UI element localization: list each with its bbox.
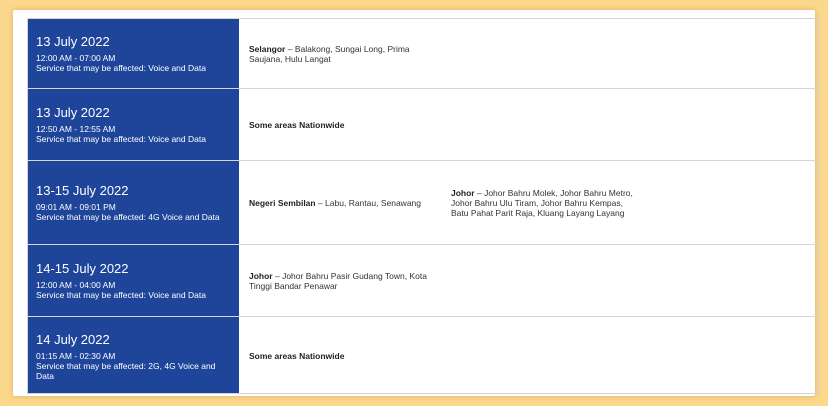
area-places: – Johor Bahru Pasir Gudang Town, Kota Ti… xyxy=(249,270,427,291)
maintenance-date: 13 July 2022 xyxy=(36,105,110,120)
date-cell: 13-15 July 2022 09:01 AM - 09:01 PM Serv… xyxy=(28,161,239,244)
maintenance-date: 14 July 2022 xyxy=(36,331,110,347)
maintenance-date: 14-15 July 2022 xyxy=(36,261,129,276)
date-cell: 14 July 2022 01:15 AM - 02:30 AM Service… xyxy=(28,317,239,393)
affected-service: Service that may be affected: Voice and … xyxy=(36,134,206,144)
table-row: 14 July 2022 01:15 AM - 02:30 AM Service… xyxy=(28,317,819,393)
area-places: – Labu, Rantau, Senawang xyxy=(315,197,421,208)
affected-area: Some areas Nationwide xyxy=(249,317,439,393)
affected-area: Some areas Nationwide xyxy=(249,89,439,160)
table-row: 14-15 July 2022 12:00 AM - 04:00 AM Serv… xyxy=(28,245,819,317)
area-state: Negeri Sembilan xyxy=(249,197,316,208)
area-places: – Johor Bahru Molek, Johor Bahru Metro, … xyxy=(451,187,633,218)
affected-service: Service that may be affected: Voice and … xyxy=(36,290,206,300)
maintenance-time: 12:50 AM - 12:55 AM xyxy=(36,124,116,134)
maintenance-date: 13-15 July 2022 xyxy=(36,183,129,198)
affected-area: Selangor – Balakong, Sungai Long, Prima … xyxy=(249,19,439,88)
date-cell: 13 July 2022 12:00 AM - 07:00 AM Service… xyxy=(28,19,239,88)
maintenance-card: 13 July 2022 12:00 AM - 07:00 AM Service… xyxy=(13,10,820,396)
maintenance-time: 12:00 AM - 04:00 AM xyxy=(36,280,116,290)
maintenance-time: 09:01 AM - 09:01 PM xyxy=(36,202,116,212)
area-state: Some areas Nationwide xyxy=(249,351,345,361)
area-state: Johor xyxy=(249,270,273,281)
affected-area: Negeri Sembilan – Labu, Rantau, Senawang xyxy=(249,161,439,244)
table-row: 13-15 July 2022 09:01 AM - 09:01 PM Serv… xyxy=(28,161,819,245)
table-row: 13 July 2022 12:00 AM - 07:00 AM Service… xyxy=(28,19,819,89)
affected-area: Johor – Johor Bahru Pasir Gudang Town, K… xyxy=(249,245,439,316)
maintenance-time: 01:15 AM - 02:30 AM xyxy=(36,350,116,361)
area-state: Selangor xyxy=(249,43,286,54)
maintenance-table: 13 July 2022 12:00 AM - 07:00 AM Service… xyxy=(27,18,820,394)
maintenance-date: 13 July 2022 xyxy=(36,34,110,49)
table-row: 13 July 2022 12:50 AM - 12:55 AM Service… xyxy=(28,89,819,161)
affected-service: Service that may be affected: 2G, 4G Voi… xyxy=(36,360,216,381)
area-state: Some areas Nationwide xyxy=(249,119,345,130)
area-state: Johor xyxy=(451,187,475,198)
date-cell: 14-15 July 2022 12:00 AM - 04:00 AM Serv… xyxy=(28,245,239,316)
affected-area-secondary: Johor – Johor Bahru Molek, Johor Bahru M… xyxy=(451,161,641,244)
maintenance-time: 12:00 AM - 07:00 AM xyxy=(36,53,116,63)
affected-service: Service that may be affected: Voice and … xyxy=(36,63,206,73)
affected-service: Service that may be affected: 4G Voice a… xyxy=(36,212,220,222)
date-cell: 13 July 2022 12:50 AM - 12:55 AM Service… xyxy=(28,89,239,160)
